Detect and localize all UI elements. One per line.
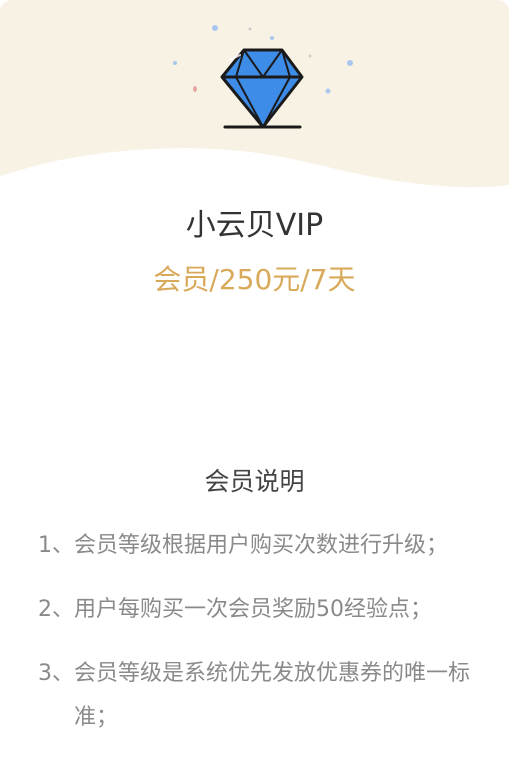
rule-number: 1、 (38, 533, 74, 558)
rule-number: 2、 (38, 597, 74, 622)
rule-item: 1、 会员等级根据用户购买次数进行升级； (38, 524, 498, 568)
rules-list: 1、 会员等级根据用户购买次数进行升级； 2、 用户每购买一次会员奖励50经验点… (38, 524, 498, 760)
rule-text: 会员等级是系统优先发放优惠券的唯一标准； (74, 661, 471, 730)
rule-number: 3、 (38, 661, 74, 686)
price-line: 会员/250元/7天 (153, 263, 356, 296)
product-name: 小云贝VIP (185, 208, 324, 243)
vip-card: 小云贝VIP 会员/250元/7天 会员说明 1、 会员等级根据用户购买次数进行… (0, 0, 509, 772)
rule-text: 会员等级根据用户购买次数进行升级； (74, 533, 449, 558)
hero-banner (0, 0, 509, 200)
rule-item: 3、 会员等级是系统优先发放优惠券的唯一标准； (38, 652, 498, 740)
description-title: 会员说明 (204, 467, 305, 496)
rule-text: 用户每购买一次会员奖励50经验点； (74, 597, 432, 622)
hero-illustration (0, 0, 509, 188)
rule-item: 2、 用户每购买一次会员奖励50经验点； (38, 588, 498, 632)
